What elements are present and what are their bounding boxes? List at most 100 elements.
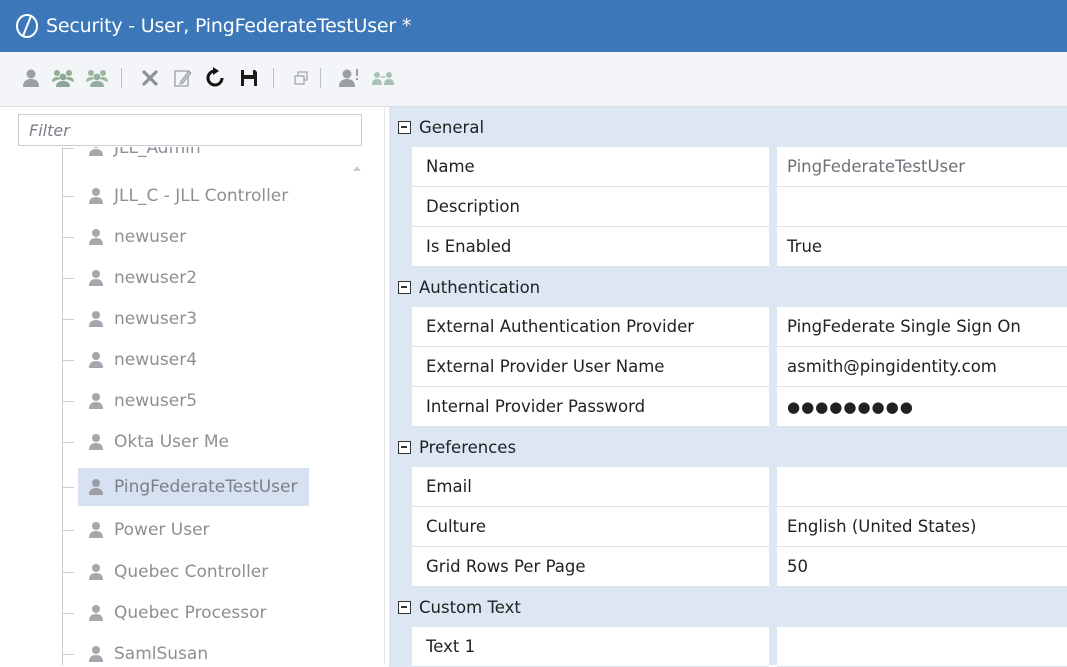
- user-group-alt-icon[interactable]: [84, 65, 110, 91]
- property-value[interactable]: PingFederate Single Sign On: [777, 307, 1067, 347]
- user-icon: [88, 351, 106, 369]
- title-bar: Security - User, PingFederateTestUser *: [0, 0, 1067, 52]
- user-alert-icon[interactable]: [336, 65, 362, 91]
- tree-connector: [63, 196, 74, 197]
- tree-connector: [63, 654, 74, 655]
- property-label: Internal Provider Password: [412, 387, 769, 427]
- tree-item[interactable]: newuser5: [63, 382, 209, 420]
- property-label: Grid Rows Per Page: [412, 547, 769, 587]
- tree-connector: [63, 360, 74, 361]
- collapse-icon[interactable]: [398, 600, 411, 614]
- user-group-icon[interactable]: [50, 65, 76, 91]
- collapse-icon[interactable]: [398, 120, 411, 134]
- property-row[interactable]: External Authentication Provider PingFed…: [389, 307, 1067, 347]
- user-icon: [88, 563, 106, 581]
- tree-connector: [63, 572, 74, 573]
- tree-connector: [63, 530, 74, 531]
- tree-connector: [63, 237, 74, 238]
- edit-icon[interactable]: [170, 65, 196, 91]
- property-row[interactable]: External Provider User Name asmith@pingi…: [389, 347, 1067, 387]
- tree-item[interactable]: newuser: [63, 218, 198, 256]
- property-label: Email: [412, 467, 769, 507]
- property-row[interactable]: Name PingFederateTestUser: [389, 147, 1067, 187]
- tree-item-label: Quebec Processor: [114, 603, 267, 623]
- group-preferences[interactable]: Preferences: [389, 427, 1067, 467]
- tree-item-label: Okta User Me: [114, 432, 229, 452]
- group-custom-text[interactable]: Custom Text: [389, 587, 1067, 627]
- property-value[interactable]: English (United States): [777, 507, 1067, 547]
- tree-item[interactable]: Power User: [63, 511, 222, 549]
- group-header: Preferences: [419, 437, 517, 457]
- tree-item-selected[interactable]: PingFederateTestUser: [63, 468, 310, 506]
- user-tree-panel: JLL_Admin JLL_C - JLL Controller newuser…: [0, 107, 385, 665]
- property-label: Is Enabled: [412, 227, 769, 267]
- property-value[interactable]: PingFederateTestUser: [777, 147, 1067, 187]
- property-value[interactable]: [777, 627, 1067, 667]
- group-header: Custom Text: [419, 597, 521, 617]
- user-icon: [88, 645, 106, 663]
- tree-item-label: newuser3: [114, 309, 198, 329]
- user-icon: [88, 521, 106, 539]
- tree-item-label: newuser2: [114, 268, 198, 288]
- tree-item[interactable]: Quebec Controller: [63, 553, 280, 591]
- property-row[interactable]: Description: [389, 187, 1067, 227]
- password-value[interactable]: ●●●●●●●●●: [777, 387, 1067, 427]
- group-authentication[interactable]: Authentication: [389, 267, 1067, 307]
- property-value[interactable]: [777, 467, 1067, 507]
- collapse-icon[interactable]: [398, 440, 411, 454]
- user-icon: [88, 478, 106, 496]
- tree-item-label: Power User: [114, 520, 210, 540]
- users-link-icon[interactable]: [370, 65, 396, 91]
- tree-item[interactable]: SamlSusan: [63, 635, 220, 665]
- property-row[interactable]: Text 1: [389, 627, 1067, 667]
- user-tree: JLL_Admin JLL_C - JLL Controller newuser…: [18, 147, 362, 665]
- tree-item[interactable]: JLL_C - JLL Controller: [63, 177, 300, 215]
- user-icon[interactable]: [18, 65, 44, 91]
- tree-connector: [63, 442, 74, 443]
- user-icon: [88, 433, 106, 451]
- property-label: External Provider User Name: [412, 347, 769, 387]
- property-value[interactable]: asmith@pingidentity.com: [777, 347, 1067, 387]
- tree-connector: [63, 319, 74, 320]
- property-row[interactable]: Grid Rows Per Page 50: [389, 547, 1067, 587]
- tree-item[interactable]: JLL_Admin: [63, 147, 213, 167]
- save-icon[interactable]: [236, 65, 262, 91]
- tree-item[interactable]: Quebec Processor: [63, 594, 279, 632]
- group-header: General: [419, 117, 485, 137]
- window-title: Security - User, PingFederateTestUser *: [46, 15, 412, 37]
- toolbar-separator: [320, 68, 321, 88]
- tree-connector: [63, 278, 74, 279]
- tree-item[interactable]: newuser3: [63, 300, 209, 338]
- tree-connector: [62, 147, 63, 665]
- toolbar-separator: [273, 68, 274, 88]
- property-label: Text 1: [412, 627, 769, 667]
- property-value[interactable]: 50: [777, 547, 1067, 587]
- property-row[interactable]: Is Enabled True: [389, 227, 1067, 267]
- toolbar-separator: [121, 68, 122, 88]
- tree-item[interactable]: Okta User Me: [63, 423, 241, 461]
- restore-window-icon[interactable]: [288, 65, 314, 91]
- property-value[interactable]: True: [777, 227, 1067, 267]
- user-icon: [88, 228, 106, 246]
- property-row[interactable]: Culture English (United States): [389, 507, 1067, 547]
- tree-connector: [63, 613, 74, 614]
- collapse-icon[interactable]: [398, 280, 411, 294]
- property-row[interactable]: Email: [389, 467, 1067, 507]
- tree-connector: [63, 487, 74, 488]
- property-label: Culture: [412, 507, 769, 547]
- filter-input[interactable]: [18, 114, 362, 146]
- user-icon: [88, 392, 106, 410]
- tree-item[interactable]: newuser2: [63, 259, 209, 297]
- tree-item-label: PingFederateTestUser: [114, 477, 298, 497]
- refresh-icon[interactable]: [202, 65, 228, 91]
- property-row[interactable]: Internal Provider Password ●●●●●●●●●: [389, 387, 1067, 427]
- property-label: Name: [412, 147, 769, 187]
- property-value[interactable]: [777, 187, 1067, 227]
- app-logo-icon: [16, 14, 38, 38]
- tree-item-label: newuser5: [114, 391, 198, 411]
- toolbar: [0, 52, 1067, 107]
- delete-icon[interactable]: [137, 65, 163, 91]
- group-general[interactable]: General: [389, 107, 1067, 147]
- user-icon: [88, 147, 106, 157]
- tree-item[interactable]: newuser4: [63, 341, 209, 379]
